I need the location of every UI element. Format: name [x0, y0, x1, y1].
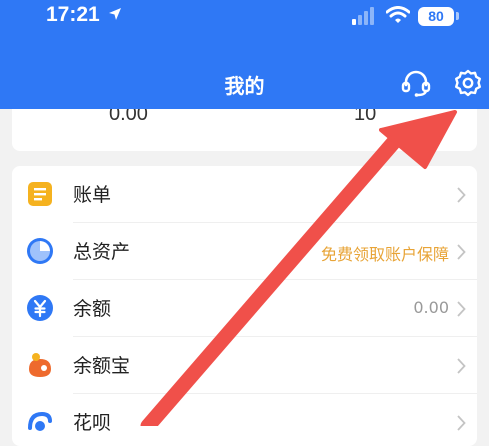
annotation-arrow: [140, 110, 457, 426]
